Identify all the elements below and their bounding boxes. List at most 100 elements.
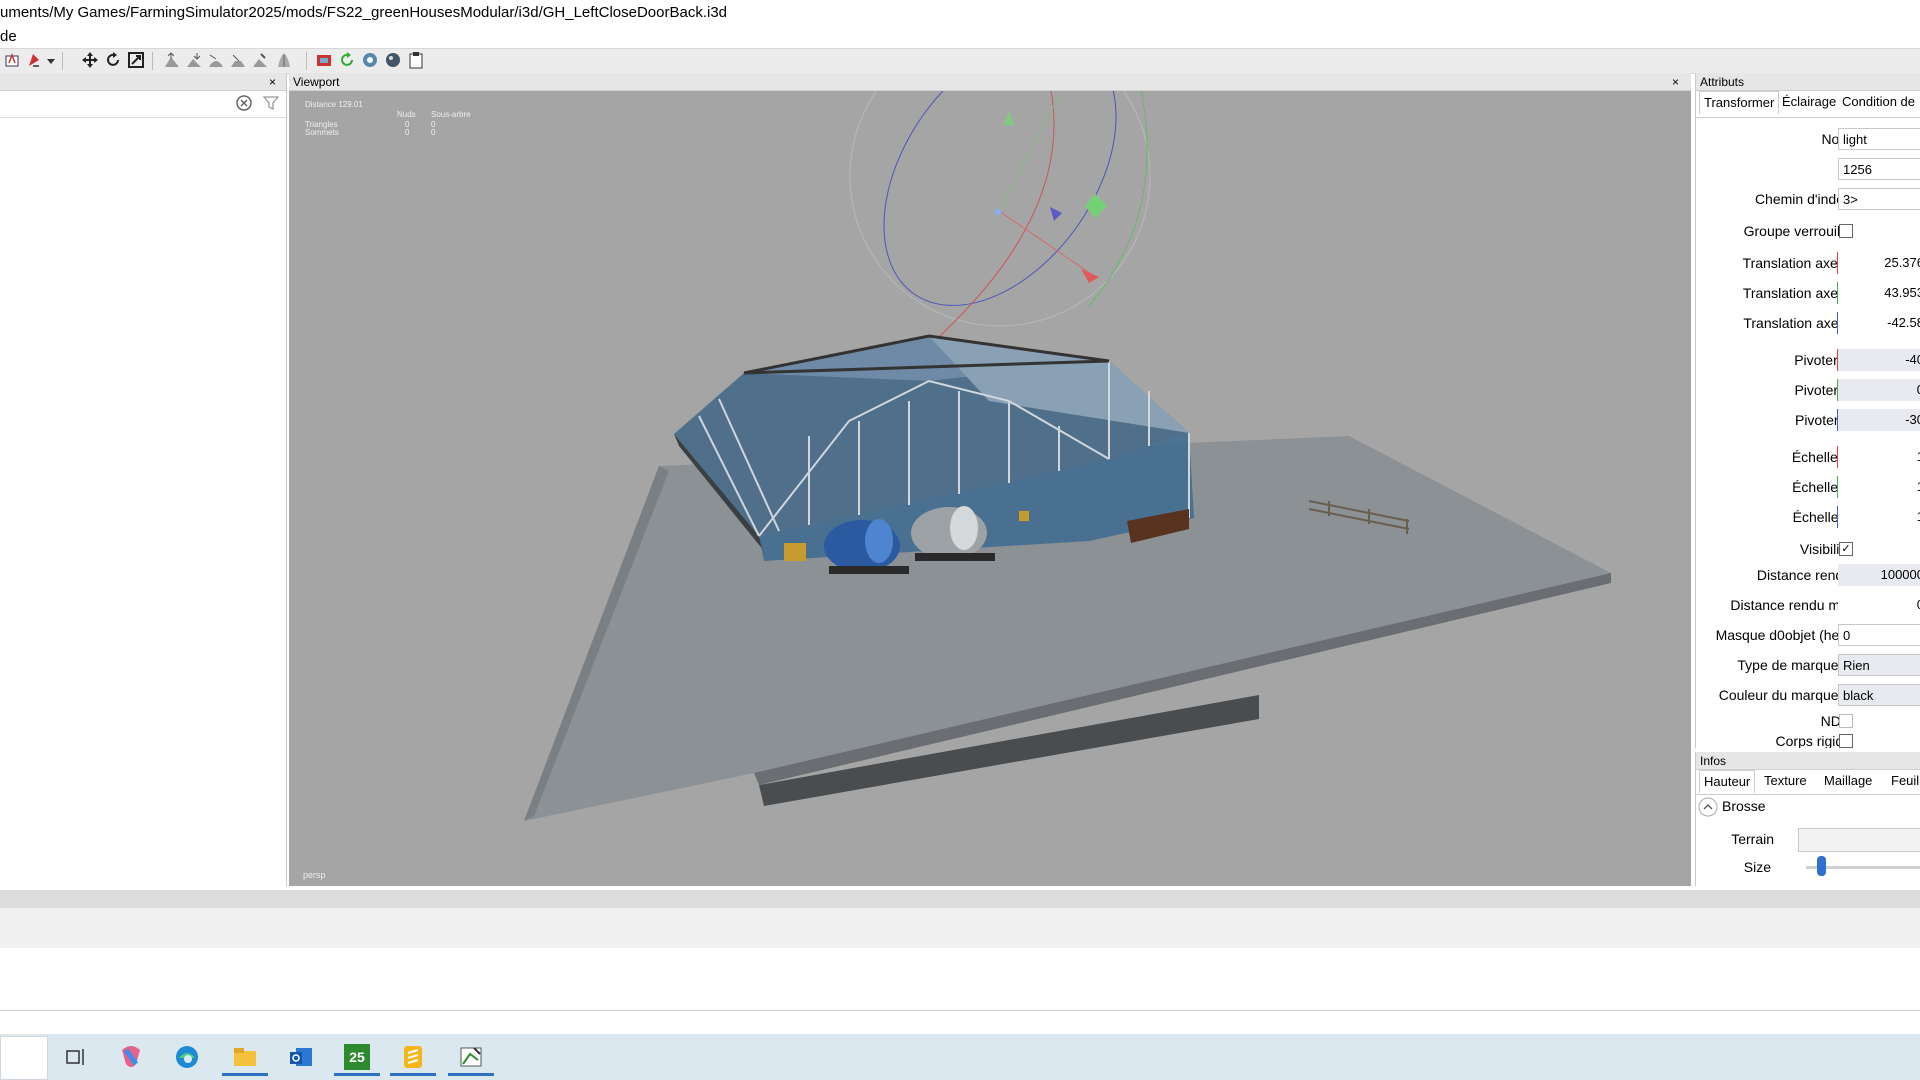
translate-y-row: Translation axe Y 43.953	[1696, 281, 1920, 305]
index-path-field[interactable]: 3>	[1838, 188, 1920, 210]
select-icon[interactable]	[2, 51, 22, 71]
foliage-icon[interactable]	[274, 51, 294, 71]
render-distance-row: Distance rendu 100000	[1696, 563, 1920, 587]
terrain-lower-icon[interactable]	[184, 51, 204, 71]
id-row: Id 1256	[1696, 157, 1920, 181]
render-distance-min-row: Distance rendu min 0	[1696, 593, 1920, 617]
tab-eclairage[interactable]: Éclairage	[1778, 91, 1840, 113]
scale-z-row: Échelle Z 1	[1696, 505, 1920, 529]
translate-z-field[interactable]: -42.58	[1838, 312, 1920, 334]
locked-group-label: Groupe verrouillé	[1743, 223, 1851, 239]
rotate-y-field[interactable]: 0	[1838, 379, 1920, 401]
terrain-select[interactable]	[1798, 828, 1920, 852]
scale-y-field[interactable]: 1	[1838, 476, 1920, 498]
move-icon[interactable]	[80, 51, 100, 71]
chevron-up-icon[interactable]	[1698, 797, 1718, 822]
rigid-body-checkbox[interactable]	[1839, 734, 1853, 748]
terrain-smooth-icon[interactable]	[206, 51, 226, 71]
marker-color-row: Couleur du marqueur black	[1696, 683, 1920, 707]
viewport-header: Viewport ×	[289, 73, 1691, 91]
index-path-row: Chemin d'index 3>	[1696, 187, 1920, 211]
tab-feuillage[interactable]: Feuill	[1887, 770, 1920, 792]
close-icon[interactable]: ×	[269, 73, 276, 91]
translate-x-row: Translation axe X 25.376	[1696, 251, 1920, 275]
paint-icon[interactable]	[24, 51, 44, 71]
name-field[interactable]: light	[1838, 128, 1920, 150]
window-title: uments/My Games/FarmingSimulator2025/mod…	[0, 4, 728, 21]
light-gizmo[interactable]	[836, 91, 1164, 348]
camera-label: persp	[303, 870, 326, 880]
refresh-icon[interactable]	[337, 51, 357, 71]
material-icon[interactable]	[360, 51, 380, 71]
file-explorer-icon[interactable]	[222, 1038, 268, 1076]
locked-group-checkbox[interactable]	[1839, 224, 1853, 238]
render-distance-field[interactable]: 100000	[1838, 564, 1920, 586]
scale-x-row: Échelle X 1	[1696, 445, 1920, 469]
edge-icon[interactable]	[168, 1038, 206, 1076]
scene-render[interactable]	[289, 91, 1691, 886]
name-row: Nom light	[1696, 127, 1920, 151]
task-view-icon[interactable]	[56, 1038, 94, 1076]
infos-title: Infos	[1696, 752, 1920, 770]
scenegraph-panel: ×	[0, 73, 287, 886]
rotate-z-field[interactable]: -30	[1838, 409, 1920, 431]
close-icon[interactable]: ×	[1672, 73, 1679, 91]
rotate-z-row: Pivoter Z -30	[1696, 408, 1920, 432]
dropdown-icon[interactable]	[44, 51, 58, 71]
render-icon[interactable]	[314, 51, 334, 71]
outlook-icon[interactable]	[282, 1038, 320, 1076]
giants-editor-icon[interactable]	[448, 1038, 494, 1076]
farming-simulator-label: 25	[344, 1044, 370, 1070]
id-field[interactable]: 1256	[1838, 158, 1920, 180]
terrain-paint-icon[interactable]	[250, 51, 270, 71]
toolbar	[0, 48, 1920, 74]
status-strip	[0, 890, 1920, 908]
visibility-row: Visibilité ✓	[1696, 537, 1920, 561]
size-slider-thumb[interactable]	[1817, 856, 1826, 876]
menu-bar: de	[0, 26, 1920, 48]
clipboard-icon[interactable]	[406, 51, 426, 71]
clear-search-icon[interactable]	[235, 94, 253, 117]
filter-icon[interactable]	[262, 94, 280, 117]
shader-icon[interactable]	[383, 51, 403, 71]
translate-x-field[interactable]: 25.376	[1838, 252, 1920, 274]
scale-y-row: Échelle Y 1	[1696, 475, 1920, 499]
tab-condition[interactable]: Condition de	[1838, 91, 1919, 113]
marker-type-label: Type de marqueur	[1737, 657, 1851, 673]
rotate-x-field[interactable]: -40	[1838, 349, 1920, 371]
marker-color-select[interactable]: black	[1838, 684, 1920, 706]
terrain-raise-icon[interactable]	[162, 51, 182, 71]
viewport-title: Viewport	[293, 75, 340, 89]
rotate-icon[interactable]	[103, 51, 123, 71]
sublime-text-icon[interactable]	[390, 1038, 436, 1076]
tab-maillage[interactable]: Maillage	[1820, 770, 1876, 792]
attributes-panel: Attributs Transformer Éclairage Conditio…	[1695, 73, 1920, 748]
translate-y-label: Translation axe Y	[1742, 285, 1851, 301]
rigid-body-row: Corps rigide	[1696, 729, 1920, 748]
taskbar-search-box[interactable]	[0, 1036, 48, 1080]
render-distance-min-field[interactable]: 0	[1838, 594, 1920, 616]
tab-hauteur[interactable]: Hauteur	[1699, 770, 1756, 793]
console-output[interactable]	[0, 948, 1920, 1011]
tab-transformer[interactable]: Transformer	[1699, 91, 1780, 114]
menu-item-mode[interactable]: de	[0, 28, 17, 45]
tab-texture[interactable]: Texture	[1760, 770, 1811, 792]
translate-y-field[interactable]: 43.953	[1838, 282, 1920, 304]
translate-x-label: Translation axe X	[1742, 255, 1851, 271]
terrain-flatten-icon[interactable]	[228, 51, 248, 71]
object-mask-field[interactable]: 0	[1838, 624, 1920, 646]
farming-simulator-icon[interactable]: 25	[334, 1038, 380, 1076]
copilot-icon[interactable]	[112, 1038, 150, 1076]
ndd-checkbox[interactable]	[1839, 714, 1853, 728]
object-mask-row: Masque d0objet (hex) 0	[1696, 623, 1920, 647]
viewport[interactable]: Viewport × Distance 129.01 Nuds Sous-arb…	[289, 73, 1691, 886]
scale-x-field[interactable]: 1	[1838, 446, 1920, 468]
scenegraph-header: ×	[0, 73, 286, 91]
search-input[interactable]	[0, 93, 254, 115]
visibility-checkbox[interactable]: ✓	[1839, 542, 1853, 556]
scale-icon[interactable]	[126, 51, 146, 71]
locked-group-row: Groupe verrouillé	[1696, 219, 1920, 243]
attributes-title: Attributs	[1696, 73, 1920, 91]
marker-type-select[interactable]: Rien	[1838, 654, 1920, 676]
scale-z-field[interactable]: 1	[1838, 506, 1920, 528]
